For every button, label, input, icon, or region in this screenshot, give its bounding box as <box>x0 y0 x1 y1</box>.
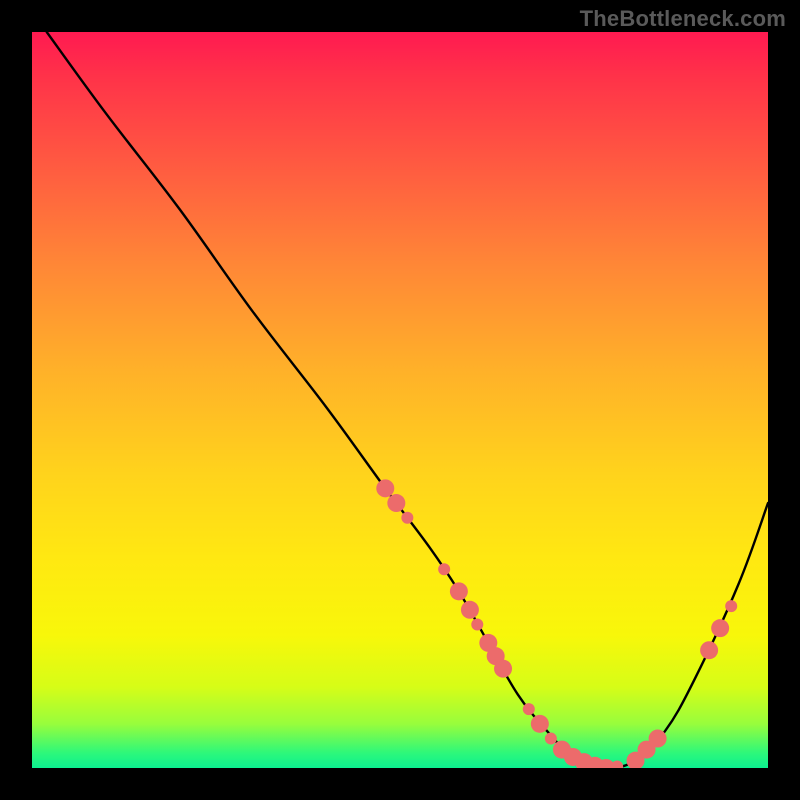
marker-point <box>545 733 557 745</box>
marker-point <box>376 479 394 497</box>
marker-point <box>611 761 623 768</box>
marker-point <box>494 660 512 678</box>
marker-point <box>649 730 667 748</box>
marker-point <box>461 601 479 619</box>
marker-point <box>471 618 483 630</box>
chart-frame <box>32 32 768 768</box>
marker-point <box>531 715 549 733</box>
marker-point <box>725 600 737 612</box>
marker-point <box>523 703 535 715</box>
marker-point <box>387 494 405 512</box>
marker-point <box>438 563 450 575</box>
watermark-text: TheBottleneck.com <box>580 6 786 32</box>
highlighted-points <box>376 479 737 768</box>
chart-svg <box>32 32 768 768</box>
marker-point <box>700 641 718 659</box>
marker-point <box>401 512 413 524</box>
marker-point <box>711 619 729 637</box>
bottleneck-curve <box>47 32 768 768</box>
marker-point <box>450 582 468 600</box>
